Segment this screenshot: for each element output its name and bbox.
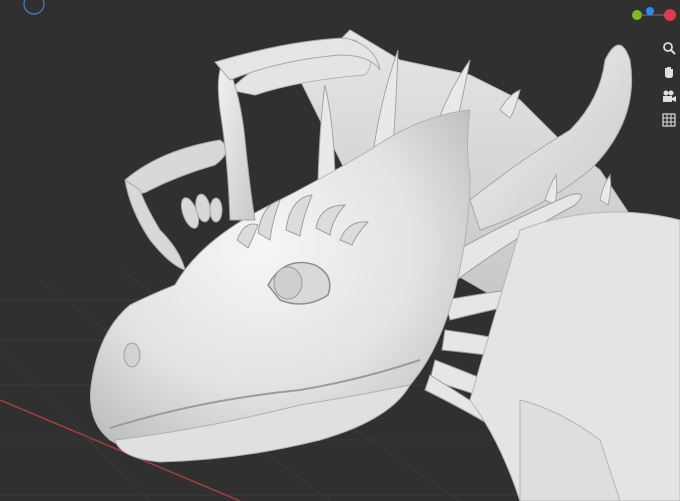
dragon-nostril bbox=[123, 342, 141, 368]
zoom-button[interactable] bbox=[659, 38, 679, 58]
hand-icon bbox=[665, 67, 673, 78]
origin-marker bbox=[23, 0, 45, 15]
grid-button[interactable] bbox=[659, 110, 679, 130]
z-axis-handle[interactable] bbox=[646, 7, 654, 15]
zoom-icon bbox=[663, 42, 676, 55]
camera-button[interactable] bbox=[659, 86, 679, 106]
viewport-nav-tools bbox=[659, 38, 679, 134]
pan-button[interactable] bbox=[659, 62, 679, 82]
grid-icon bbox=[662, 113, 676, 127]
3d-viewport[interactable] bbox=[0, 0, 680, 501]
navigation-gizmo[interactable] bbox=[628, 2, 678, 26]
viewport-scene[interactable] bbox=[0, 0, 680, 501]
camera-icon bbox=[663, 90, 676, 102]
